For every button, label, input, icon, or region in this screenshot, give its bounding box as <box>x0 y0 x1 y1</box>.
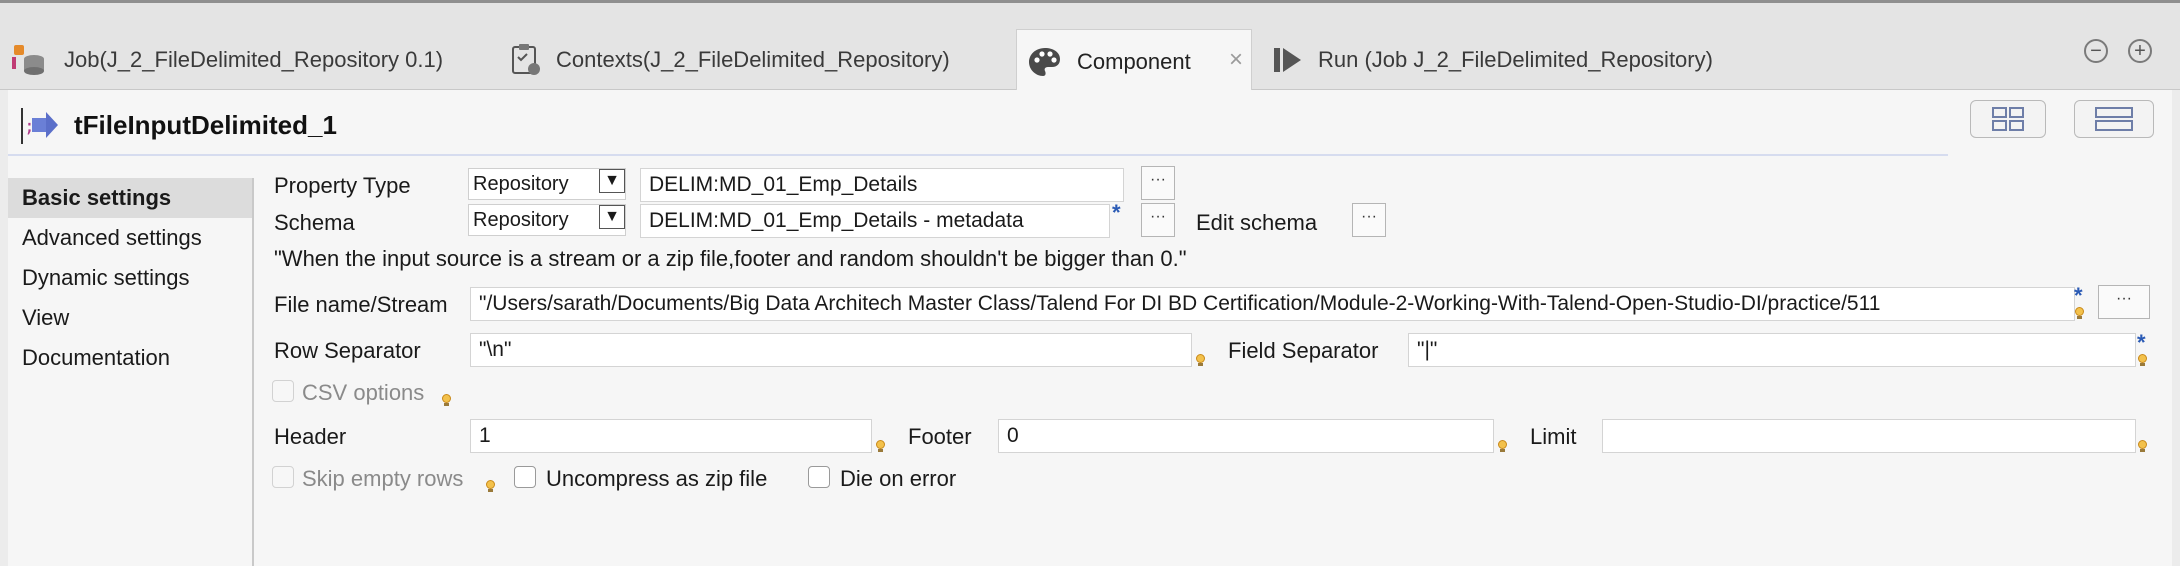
sidebar-item-documentation[interactable]: Documentation <box>8 338 252 378</box>
limit-field[interactable] <box>1602 419 2136 453</box>
schema-field[interactable]: DELIM:MD_01_Emp_Details - metadata <box>640 204 1110 238</box>
file-name-field[interactable]: "/Users/sarath/Documents/Big Data Archit… <box>470 287 2075 321</box>
tab-component[interactable]: Component × <box>1016 29 1252 94</box>
sidebar-item-dynamic-settings[interactable]: Dynamic settings <box>8 258 252 298</box>
bulb-icon <box>2138 354 2147 366</box>
tab-job[interactable]: Job(J_2_FileDelimited_Repository 0.1) <box>10 29 500 91</box>
limit-label: Limit <box>1530 424 1577 449</box>
property-type-label: Property Type <box>274 173 411 198</box>
schema-label: Schema <box>274 210 355 235</box>
bulb-icon <box>876 440 885 452</box>
bulb-icon <box>442 394 451 406</box>
bulb-icon <box>1498 440 1507 452</box>
rows-layout-icon <box>2095 107 2133 131</box>
sidebar-item-view[interactable]: View <box>8 298 252 338</box>
edit-schema-button[interactable]: ··· <box>1352 203 1386 237</box>
tab-component-label: Component <box>1077 49 1191 74</box>
csv-options-checkbox[interactable] <box>272 380 294 402</box>
layout-grid-button[interactable] <box>1970 100 2046 138</box>
skip-empty-rows-checkbox[interactable] <box>272 466 294 488</box>
property-type-combo-value: Repository <box>473 173 569 195</box>
tab-run-label: Run (Job J_2_FileDelimited_Repository) <box>1318 47 1713 72</box>
modified-star-icon: * <box>1112 200 1121 225</box>
die-on-error-checkbox[interactable] <box>808 466 830 488</box>
component-title: tFileInputDelimited_1 <box>74 110 337 140</box>
row-separator-field[interactable]: "\n" <box>470 333 1192 367</box>
job-icon <box>10 43 50 77</box>
header-field[interactable]: 1 <box>470 419 872 453</box>
schema-browse-button[interactable]: ··· <box>1141 203 1175 237</box>
header-label: Header <box>274 424 347 449</box>
schema-combo[interactable]: Repository ▼ <box>468 204 626 236</box>
component-panel <box>8 90 2172 566</box>
modified-star-icon: * <box>2137 330 2146 355</box>
dropdown-arrow-icon[interactable]: ▼ <box>599 169 625 193</box>
run-icon <box>1272 45 1304 75</box>
modified-star-icon: * <box>2074 283 2083 308</box>
uncompress-zip-checkbox[interactable] <box>514 466 536 488</box>
stream-note: "When the input source is a stream or a … <box>274 246 1187 271</box>
tab-job-label: Job(J_2_FileDelimited_Repository 0.1) <box>64 47 444 72</box>
grid-layout-icon <box>1992 107 2024 131</box>
sidebar-item-advanced-settings[interactable]: Advanced settings <box>8 218 252 258</box>
property-type-combo[interactable]: Repository ▼ <box>468 168 626 200</box>
tab-contexts-label: Contexts(J_2_FileDelimited_Repository) <box>556 47 950 72</box>
field-separator-label: Field Separator <box>1228 338 1379 363</box>
tfileinputdelimited-icon: ; <box>18 104 62 148</box>
bulb-icon <box>1196 354 1205 366</box>
palette-icon <box>1027 45 1063 79</box>
bulb-icon <box>486 480 495 492</box>
settings-sidebar: Basic settings Advanced settings Dynamic… <box>8 178 254 566</box>
property-type-field[interactable]: DELIM:MD_01_Emp_Details <box>640 168 1124 202</box>
skip-empty-rows-label: Skip empty rows <box>302 466 464 491</box>
csv-options-label: CSV options <box>302 380 425 405</box>
layout-rows-button[interactable] <box>2074 100 2154 138</box>
file-name-label: File name/Stream <box>274 292 448 317</box>
contexts-icon <box>510 43 542 77</box>
die-on-error-label: Die on error <box>840 466 957 491</box>
property-type-browse-button[interactable]: ··· <box>1141 166 1175 200</box>
footer-field[interactable]: 0 <box>998 419 1494 453</box>
uncompress-zip-label: Uncompress as zip file <box>546 466 768 491</box>
bulb-icon <box>2138 440 2147 452</box>
close-tab-icon[interactable]: × <box>1229 46 1243 74</box>
schema-combo-value: Repository <box>473 209 569 231</box>
bulb-icon <box>2075 307 2084 319</box>
file-name-browse-button[interactable]: ··· <box>2098 285 2150 319</box>
edit-schema-label: Edit schema <box>1196 210 1318 235</box>
dropdown-arrow-icon[interactable]: ▼ <box>599 205 625 229</box>
footer-label: Footer <box>908 424 972 449</box>
tab-run[interactable]: Run (Job J_2_FileDelimited_Repository) <box>1272 29 1792 91</box>
tab-contexts[interactable]: Contexts(J_2_FileDelimited_Repository) <box>510 29 1010 91</box>
tab-bar: Job(J_2_FileDelimited_Repository 0.1) Co… <box>0 3 2180 94</box>
minimize-icon[interactable]: − <box>2084 39 2108 63</box>
row-separator-label: Row Separator <box>274 338 421 363</box>
maximize-icon[interactable]: + <box>2128 39 2152 63</box>
sidebar-item-basic-settings[interactable]: Basic settings <box>8 178 252 218</box>
field-separator-field[interactable]: "|" <box>1408 333 2136 367</box>
